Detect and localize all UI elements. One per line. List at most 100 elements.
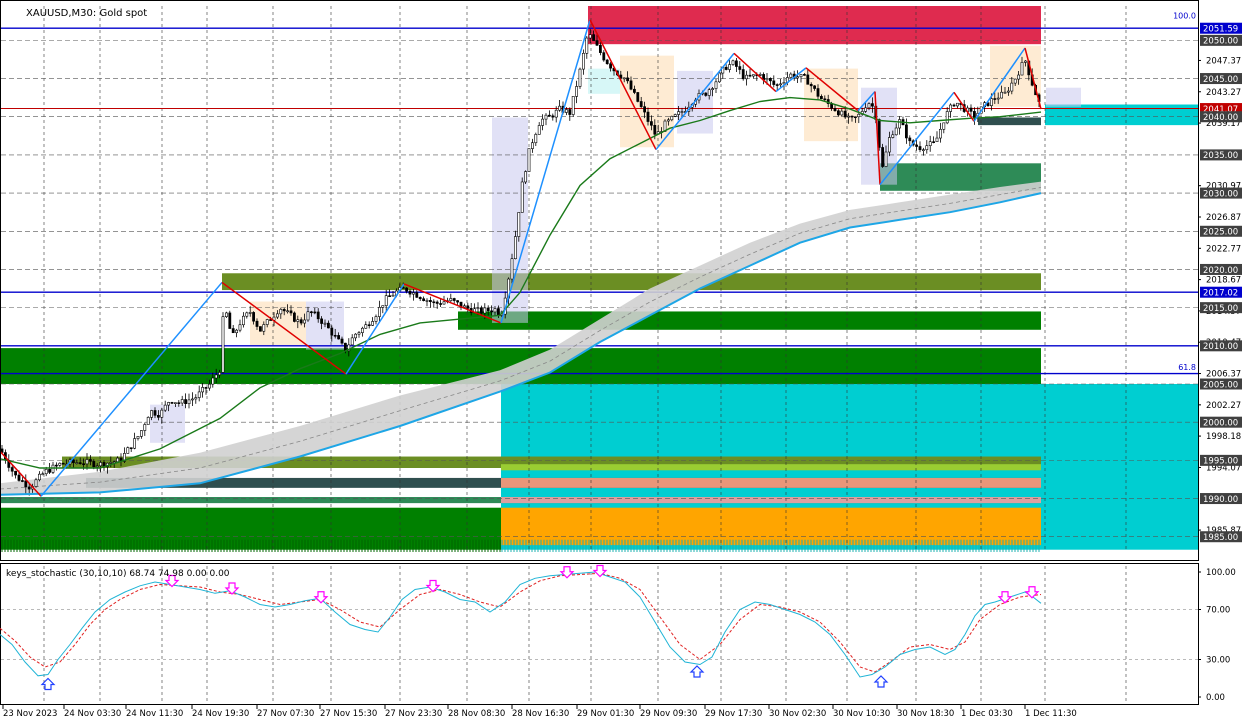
candle-body xyxy=(428,300,432,303)
lime-zone-1994 xyxy=(501,464,1041,471)
candle-body xyxy=(581,52,585,70)
up-arrow-signal xyxy=(689,665,705,678)
chart-canvas[interactable]: 100.061.8 2047.372043.272039.172030.9720… xyxy=(0,0,1259,721)
candle-body xyxy=(857,113,861,118)
candle-body xyxy=(180,399,184,404)
trading-chart[interactable]: 100.0 61.8 2047.37 2043.27 2039.17 2030.97 20… xyxy=(0,0,1259,721)
candle-body xyxy=(850,115,854,118)
candle-body xyxy=(571,96,575,115)
candle-body xyxy=(578,68,582,87)
candle-body xyxy=(37,473,41,481)
level-label-text: 2025.00 xyxy=(1203,228,1238,238)
candle-body xyxy=(371,321,375,326)
candle-body xyxy=(82,463,86,466)
lavender-box-5 xyxy=(1046,87,1081,107)
candle-body xyxy=(870,103,874,107)
price-axis: 2047.372043.272039.172030.972026.872022.… xyxy=(1198,22,1242,543)
candle-body xyxy=(843,110,847,118)
candle-body xyxy=(381,305,385,308)
level-label-text: 2000.00 xyxy=(1203,418,1238,428)
candle-body xyxy=(836,110,840,116)
candle-body xyxy=(75,462,79,464)
candle-body xyxy=(595,40,599,46)
candle-body xyxy=(711,88,715,91)
candle-body xyxy=(955,102,959,107)
candle-body xyxy=(184,399,188,405)
candle-body xyxy=(949,104,953,112)
candle-body xyxy=(704,92,708,96)
x-tick-label: 28 Nov 08:30 xyxy=(448,709,505,719)
pink-zone-1990 xyxy=(501,497,1041,504)
candle-body xyxy=(513,236,517,259)
candle-body xyxy=(133,438,137,449)
candle-body xyxy=(1017,74,1021,80)
candle-body xyxy=(768,78,772,82)
candle-body xyxy=(989,98,993,107)
candle-body xyxy=(89,459,92,462)
x-tick-label: 28 Nov 16:30 xyxy=(512,709,569,719)
level-label-text: 2017.02 xyxy=(1203,289,1238,299)
candle-body xyxy=(388,295,392,297)
candle-body xyxy=(653,125,657,135)
candle-body xyxy=(323,322,327,325)
candle-body xyxy=(881,147,885,167)
y-tick-label: 2043.27 xyxy=(1206,88,1241,98)
candle-body xyxy=(758,74,762,76)
candle-body xyxy=(809,84,813,87)
cyan-zone-right xyxy=(1045,104,1198,126)
candle-body xyxy=(918,146,922,151)
candle-body xyxy=(296,319,300,322)
candle-body xyxy=(636,92,640,102)
y-tick-label: 2026.87 xyxy=(1206,213,1241,223)
candle-body xyxy=(1010,82,1014,92)
indicator-caption: keys_stochastic (30,10,10) 68.74 74.98 0… xyxy=(6,569,230,579)
candle-body xyxy=(517,212,521,237)
candle-body xyxy=(432,301,436,304)
candle-body xyxy=(938,128,942,139)
y-tick-label: 2047.37 xyxy=(1206,56,1241,66)
candle-body xyxy=(160,409,164,418)
candle-body xyxy=(799,74,803,78)
zigzag-down-segment xyxy=(733,52,777,93)
candle-body xyxy=(945,111,949,124)
stoch-y-tick-label: 70.00 xyxy=(1206,606,1230,616)
candle-body xyxy=(286,310,290,313)
x-tick-label: 27 Nov 15:30 xyxy=(320,709,377,719)
candle-body xyxy=(20,480,24,482)
candle-body xyxy=(228,312,232,329)
candle-body xyxy=(775,84,779,86)
candle-body xyxy=(629,80,633,90)
candle-body xyxy=(391,294,395,297)
candle-body xyxy=(51,464,55,473)
candle-body xyxy=(418,297,422,300)
candle-body xyxy=(58,462,62,466)
candle-body xyxy=(1024,60,1027,63)
candle-body xyxy=(174,402,177,404)
candle-body xyxy=(993,98,997,100)
candle-body xyxy=(313,311,317,314)
candle-body xyxy=(952,104,956,107)
candle-body xyxy=(425,300,429,302)
candle-body xyxy=(490,310,494,313)
candle-body xyxy=(255,320,259,327)
level-label-text: 2050.00 xyxy=(1203,37,1238,47)
x-tick-label: 27 Nov 23:30 xyxy=(385,709,442,719)
candle-body xyxy=(27,486,31,490)
candle-body xyxy=(439,303,443,305)
candle-body xyxy=(405,287,409,292)
candle-body xyxy=(796,76,800,79)
up-arrow-signal xyxy=(873,675,889,688)
candle-body xyxy=(333,335,337,337)
candle-body xyxy=(847,115,851,118)
candle-body xyxy=(163,404,167,411)
candle-body xyxy=(262,324,266,332)
candle-body xyxy=(422,298,426,301)
candle-body xyxy=(806,74,810,85)
candle-body xyxy=(728,64,732,70)
candle-body xyxy=(282,309,286,312)
candle-body xyxy=(258,326,262,332)
candle-body xyxy=(177,402,181,404)
candle-body xyxy=(221,316,225,373)
candle-body xyxy=(109,462,113,464)
candle-body xyxy=(265,319,269,325)
